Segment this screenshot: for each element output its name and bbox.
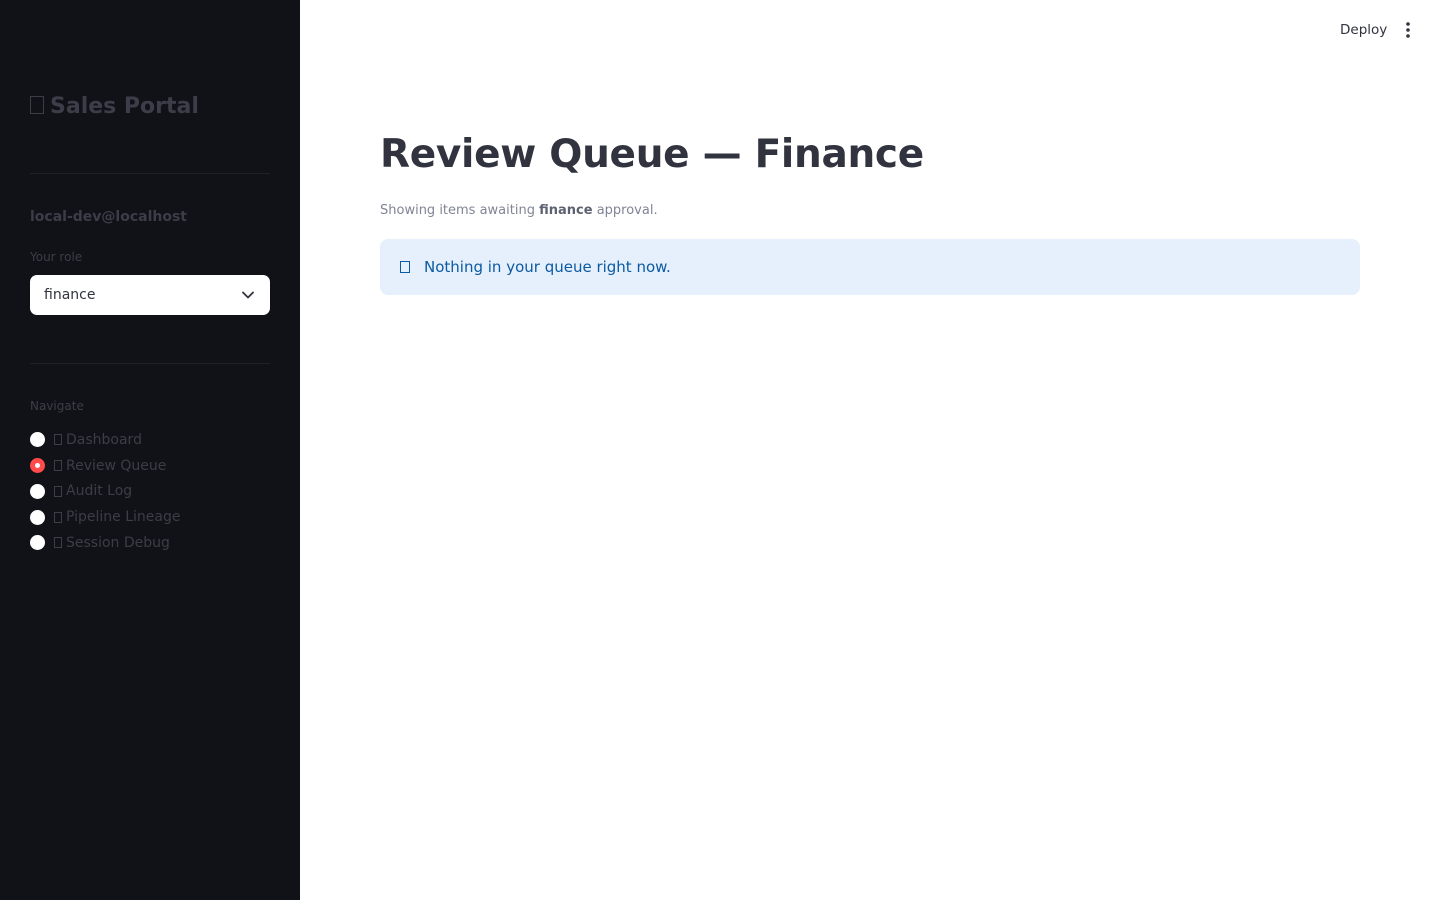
review-queue-icon — [54, 460, 62, 472]
role-label: Your role — [30, 250, 83, 264]
nav-item-review-queue[interactable]: Review Queue — [30, 453, 181, 479]
nav-item-label: Session Debug — [66, 534, 170, 551]
sidebar-divider — [30, 363, 270, 364]
subtitle-role: finance — [539, 203, 593, 218]
portal-icon — [30, 96, 44, 114]
nav-item-label: Pipeline Lineage — [66, 509, 181, 526]
radio-button[interactable] — [30, 432, 45, 448]
nav-radio-group: Dashboard Review Queue Audit Log Pipelin… — [30, 427, 181, 556]
brand-title: Sales Portal — [50, 94, 199, 119]
audit-log-icon — [54, 485, 62, 497]
sidebar: Sales Portal local-dev@localhost Your ro… — [0, 0, 300, 900]
deploy-button[interactable]: Deploy — [1332, 18, 1395, 42]
info-alert: Nothing in your queue right now. — [380, 239, 1360, 295]
sidebar-divider — [30, 173, 270, 174]
info-icon — [400, 261, 410, 273]
user-identity: local-dev@localhost — [30, 209, 187, 225]
subtitle-suffix: approval. — [592, 203, 658, 218]
radio-button[interactable] — [30, 535, 45, 551]
nav-item-label: Review Queue — [66, 457, 167, 474]
nav-item-pipeline-lineage[interactable]: Pipeline Lineage — [30, 504, 181, 530]
nav-item-label: Audit Log — [66, 483, 133, 500]
radio-button-selected[interactable] — [30, 458, 45, 474]
role-select[interactable]: finance — [30, 275, 270, 315]
session-debug-icon — [54, 537, 62, 549]
page-subtitle: Showing items awaiting finance approval. — [380, 203, 658, 218]
kebab-menu-icon[interactable] — [1397, 18, 1419, 42]
nav-item-dashboard[interactable]: Dashboard — [30, 427, 181, 453]
role-select-value: finance — [44, 287, 96, 303]
page-title: Review Queue — Finance — [380, 132, 924, 177]
app-brand: Sales Portal — [30, 94, 199, 119]
pipeline-lineage-icon — [54, 511, 62, 523]
radio-button[interactable] — [30, 509, 45, 525]
chevron-down-icon — [240, 287, 256, 303]
nav-item-session-debug[interactable]: Session Debug — [30, 530, 181, 556]
info-message: Nothing in your queue right now. — [424, 258, 671, 276]
radio-button[interactable] — [30, 483, 45, 499]
nav-label: Navigate — [30, 399, 84, 413]
dashboard-icon — [54, 434, 62, 446]
nav-item-audit-log[interactable]: Audit Log — [30, 479, 181, 505]
nav-item-label: Dashboard — [66, 431, 142, 448]
subtitle-prefix: Showing items awaiting — [380, 203, 540, 218]
